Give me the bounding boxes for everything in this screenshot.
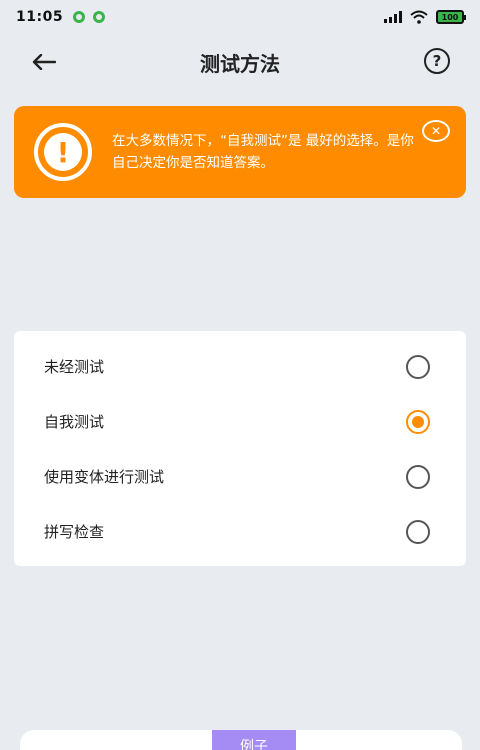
exclamation-circle-icon: !	[34, 123, 92, 181]
app-header: 测试方法 ?	[0, 34, 480, 90]
banner-close-button[interactable]: ✕	[422, 120, 450, 142]
battery-icon: 100	[436, 10, 466, 24]
arrow-left-icon	[32, 54, 56, 70]
close-icon: ✕	[430, 124, 442, 138]
signal-icon	[384, 11, 402, 23]
exclamation-mark: !	[44, 133, 82, 171]
help-button[interactable]: ?	[424, 48, 450, 74]
status-bar: 11:05 100	[0, 0, 480, 34]
option-variant-test[interactable]: 使用变体进行测试	[14, 449, 466, 504]
option-untested[interactable]: 未经测试	[14, 339, 466, 394]
notification-dot-icon	[73, 11, 86, 23]
banner-text: 在大多数情况下，“自我测试”是 最好的选择。是你自己决定你是否知道答案。	[112, 133, 414, 171]
option-label: 自我测试	[44, 413, 105, 431]
example-tab[interactable]: 例子	[212, 730, 296, 750]
question-circle-icon: ?	[432, 52, 442, 70]
option-label: 使用变体进行测试	[44, 468, 165, 486]
page-title: 测试方法	[200, 51, 280, 76]
radio-button[interactable]	[406, 464, 430, 489]
status-icons: 100	[384, 10, 466, 24]
back-button[interactable]	[28, 48, 60, 76]
test-method-options: 未经测试 自我测试 使用变体进行测试 拼写检查	[14, 331, 466, 566]
option-self-test[interactable]: 自我测试	[14, 394, 466, 449]
battery-level: 100	[441, 12, 459, 22]
wifi-icon	[410, 10, 428, 24]
option-spell-check[interactable]: 拼写检查	[14, 504, 466, 559]
status-time: 11:05	[16, 9, 64, 25]
notification-dot-icon	[93, 11, 106, 23]
radio-button[interactable]	[406, 354, 430, 379]
radio-button[interactable]	[406, 519, 430, 544]
radio-button-selected[interactable]	[406, 409, 430, 434]
option-label: 未经测试	[44, 358, 105, 376]
option-label: 拼写检查	[44, 523, 105, 541]
info-banner: ! 在大多数情况下，“自我测试”是 最好的选择。是你自己决定你是否知道答案。 ✕	[14, 106, 466, 198]
